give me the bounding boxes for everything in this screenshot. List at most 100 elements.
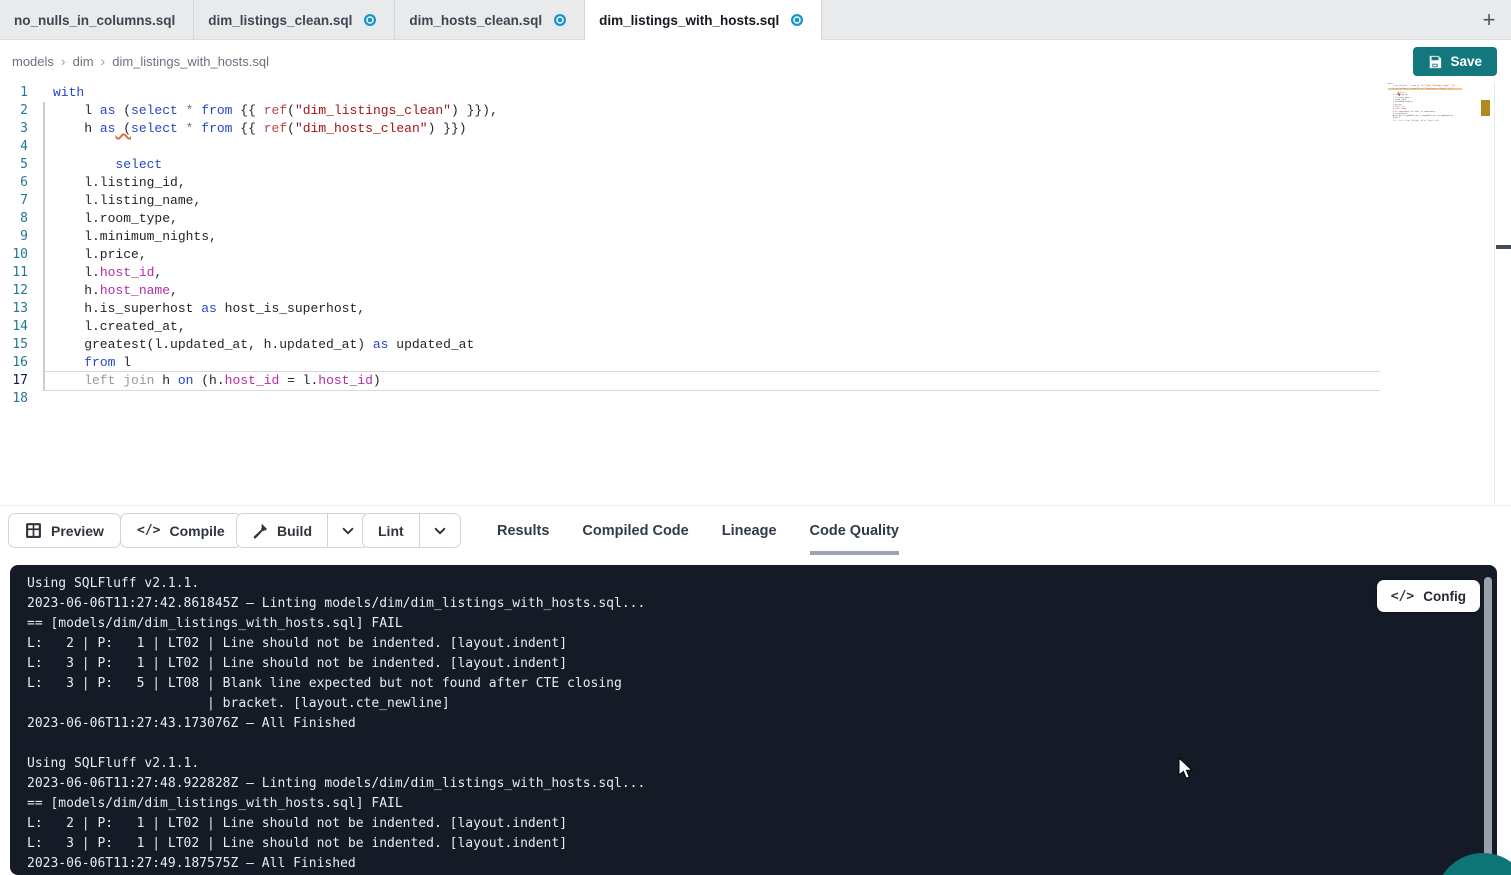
line-content: select [28, 156, 162, 174]
save-button[interactable]: Save [1413, 47, 1497, 76]
terminal-line: 2023-06-06T11:27:42.861845Z — Linting mo… [27, 594, 1457, 614]
breadcrumb-item[interactable]: dim [73, 54, 94, 69]
panel-tab-code-quality[interactable]: Code Quality [810, 506, 899, 555]
code-line[interactable]: 2 l as (select * from {{ ref("dim_listin… [0, 102, 1511, 120]
panel-resize-handle[interactable] [1496, 245, 1511, 249]
line-number: 18 [0, 390, 28, 408]
line-content: l.price, [28, 246, 147, 264]
line-content: with [28, 84, 84, 102]
line-content: h.is_superhost as host_is_superhost, [28, 300, 365, 318]
line-number: 13 [0, 300, 28, 318]
code-line[interactable]: 9 l.minimum_nights, [0, 228, 1511, 246]
line-number: 2 [0, 102, 28, 120]
code-line[interactable]: 8 l.room_type, [0, 210, 1511, 228]
config-button[interactable]: </> Config [1377, 580, 1480, 612]
terminal-line: L: 3 | P: 5 | LT08 | Blank line expected… [27, 674, 1457, 694]
panel-tab-compiled-code[interactable]: Compiled Code [582, 506, 688, 555]
line-number: 15 [0, 336, 28, 354]
code-line[interactable]: 4 [0, 138, 1511, 156]
breadcrumb-item[interactable]: models [12, 54, 54, 69]
lint-button-group: Lint [362, 513, 461, 548]
terminal-line: Using SQLFluff v2.1.1. [27, 754, 1457, 774]
editor-tab[interactable]: no_nulls_in_columns.sql [0, 0, 194, 40]
unsaved-changes-dot [554, 14, 566, 26]
code-editor[interactable]: 1with2 l as (select * from {{ ref("dim_l… [0, 82, 1511, 505]
terminal-line: L: 2 | P: 1 | LT02 | Line should not be … [27, 634, 1457, 654]
panel-tab-results[interactable]: Results [497, 506, 549, 555]
build-button[interactable]: Build [237, 514, 327, 547]
code-line[interactable]: 6 l.listing_id, [0, 174, 1511, 192]
code-line[interactable]: 7 l.listing_name, [0, 192, 1511, 210]
lint-dropdown-button[interactable] [419, 514, 460, 547]
build-button-group: Build [236, 513, 369, 548]
terminal-line: == [models/dim/dim_listings_with_hosts.s… [27, 794, 1457, 814]
code-line[interactable]: 1with [0, 84, 1511, 102]
line-content: left join h on (h.host_id = l.host_id) [28, 372, 381, 390]
code-line[interactable]: 11 l.host_id, [0, 264, 1511, 282]
code-line[interactable]: 12 h.host_name, [0, 282, 1511, 300]
code-line[interactable]: 5 select [0, 156, 1511, 174]
compile-button[interactable]: </> Compile [120, 513, 242, 548]
terminal-line: 2023-06-06T11:27:49.187575Z — All Finish… [27, 854, 1457, 874]
chevron-down-icon [433, 524, 447, 538]
code-line[interactable]: 14 l.created_at, [0, 318, 1511, 336]
lint-button[interactable]: Lint [363, 514, 419, 547]
unsaved-changes-dot [791, 14, 803, 26]
breadcrumb-item[interactable]: dim_listings_with_hosts.sql [112, 54, 269, 69]
editor-tab[interactable]: dim_listings_clean.sql [194, 0, 395, 40]
line-number: 4 [0, 138, 28, 156]
line-number: 8 [0, 210, 28, 228]
tab-bar: no_nulls_in_columns.sql dim_listings_clea… [0, 0, 1511, 40]
terminal-line: L: 2 | P: 1 | LT02 | Line should not be … [27, 814, 1457, 834]
line-number: 16 [0, 354, 28, 372]
new-tab-button[interactable]: + [1467, 0, 1511, 39]
line-content [28, 138, 53, 156]
file-header-bar: models›dim›dim_listings_with_hosts.sql S… [0, 41, 1511, 82]
line-number: 3 [0, 120, 28, 138]
editor-tab[interactable]: dim_listings_with_hosts.sql [585, 0, 822, 41]
terminal-line [27, 734, 1457, 754]
terminal-line: L: 3 | P: 1 | LT02 | Line should not be … [27, 654, 1457, 674]
minimap-line [1388, 122, 1462, 124]
code-line[interactable]: 13 h.is_superhost as host_is_superhost, [0, 300, 1511, 318]
breadcrumb-separator-icon: › [61, 53, 66, 69]
code-line[interactable]: 17 left join h on (h.host_id = l.host_id… [0, 372, 1511, 390]
dbt-ide-window: no_nulls_in_columns.sql dim_listings_clea… [0, 0, 1511, 875]
action-toolbar: Preview </> Compile Build Lint [0, 505, 1511, 565]
terminal-line: | bracket. [layout.cte_newline] [27, 694, 1457, 714]
editor-tab-label: no_nulls_in_columns.sql [14, 13, 175, 28]
preview-button[interactable]: Preview [8, 513, 121, 548]
line-content: h as (select * from {{ ref("dim_hosts_cl… [28, 120, 467, 138]
chevron-down-icon [341, 524, 355, 538]
line-content: l.room_type, [28, 210, 178, 228]
terminal-line: Using SQLFluff v2.1.1. [27, 574, 1457, 594]
unsaved-changes-dot [364, 14, 376, 26]
terminal-scrollbar[interactable] [1484, 577, 1492, 859]
line-number: 17 [0, 372, 28, 390]
code-line[interactable]: 3 h as (select * from {{ ref("dim_hosts_… [0, 120, 1511, 138]
code-line[interactable]: 15 greatest(l.updated_at, h.updated_at) … [0, 336, 1511, 354]
code-line[interactable]: 18 [0, 390, 1511, 408]
line-number: 7 [0, 192, 28, 210]
editor-scroll-track [1494, 82, 1495, 505]
line-number: 1 [0, 84, 28, 102]
code-line[interactable]: 10 l.price, [0, 246, 1511, 264]
terminal-output: Using SQLFluff v2.1.1.2023-06-06T11:27:4… [10, 565, 1497, 874]
minimap[interactable]: with l as (select * from {{ ref("dim_lis… [1388, 83, 1462, 124]
code-icon: </> [1391, 589, 1414, 604]
editor-tab[interactable]: dim_hosts_clean.sql [395, 0, 585, 40]
line-content: l.created_at, [28, 318, 186, 336]
hammer-icon [252, 523, 268, 539]
line-number: 5 [0, 156, 28, 174]
editor-tab-label: dim_listings_with_hosts.sql [599, 13, 779, 28]
editor-tab-label: dim_hosts_clean.sql [409, 13, 542, 28]
code-line[interactable]: 16 from l [0, 354, 1511, 372]
breadcrumb: models›dim›dim_listings_with_hosts.sql [12, 53, 269, 71]
line-content: l.listing_name, [28, 192, 201, 210]
panel-tab-lineage[interactable]: Lineage [722, 506, 777, 555]
line-content: greatest(l.updated_at, h.updated_at) as … [28, 336, 474, 354]
line-number: 10 [0, 246, 28, 264]
editor-tab-label: dim_listings_clean.sql [208, 13, 352, 28]
lint-output-terminal[interactable]: Using SQLFluff v2.1.1.2023-06-06T11:27:4… [10, 565, 1497, 875]
line-content: h.host_name, [28, 282, 178, 300]
